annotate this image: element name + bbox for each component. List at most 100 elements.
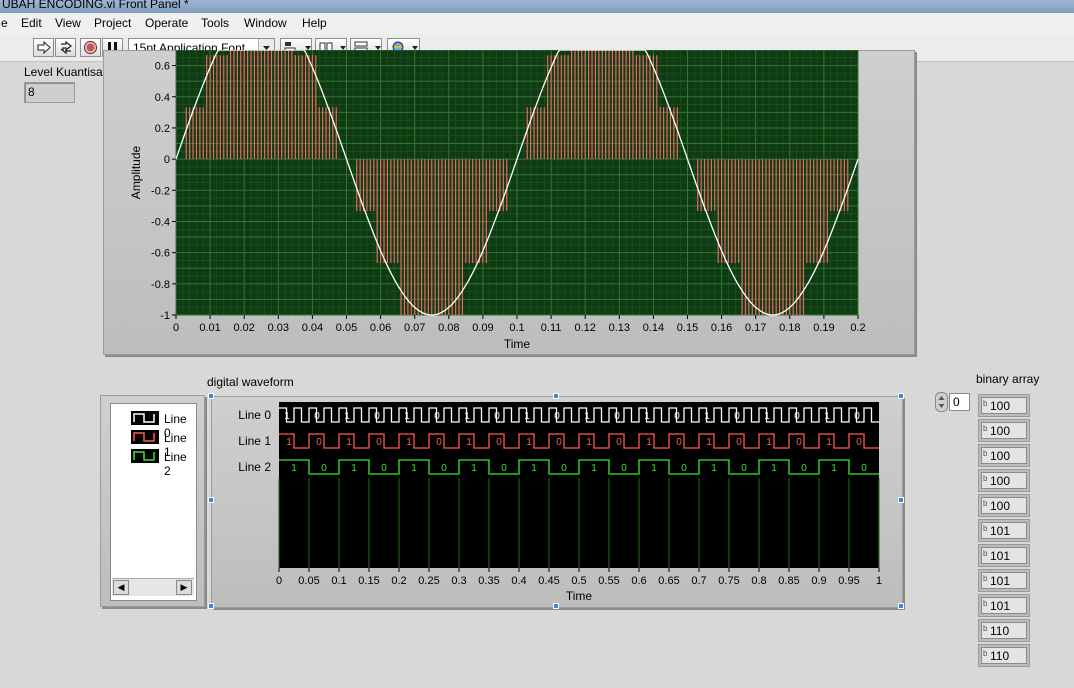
- digital-bit-label: 1: [771, 463, 777, 474]
- y-tick-label: -0.4: [151, 216, 170, 228]
- digital-bit-label: 0: [741, 463, 747, 474]
- digital-bit-label: 0: [376, 437, 382, 448]
- digital-bit-label: 0: [434, 411, 440, 422]
- digital-bit-label: 0: [561, 463, 567, 474]
- y-tick-label: 0: [164, 154, 170, 166]
- digital-bit-label: 0: [854, 411, 860, 422]
- abort-button[interactable]: [80, 38, 101, 57]
- digital-bit-label: 1: [591, 463, 597, 474]
- y-tick-label: -1: [160, 310, 170, 322]
- x-tick-label: 0.11: [541, 322, 562, 334]
- binary-element-value: 100: [990, 474, 1011, 488]
- digital-bit-label: 0: [494, 411, 500, 422]
- selection-handle[interactable]: [898, 497, 904, 503]
- x-tick-label: 0.07: [404, 322, 425, 334]
- menu-file[interactable]: e: [1, 16, 8, 30]
- digital-bit-label: 1: [644, 411, 650, 422]
- digital-bit-label: 0: [861, 463, 867, 474]
- digital-bit-label: 0: [321, 463, 327, 474]
- scroll-right-button[interactable]: ▶: [176, 580, 192, 595]
- x-tick-label: 0.14: [643, 322, 664, 334]
- menu-project[interactable]: Project: [94, 16, 131, 30]
- run-continuously-button[interactable]: [55, 38, 76, 57]
- digital-bit-label: 1: [346, 437, 352, 448]
- binary-radix-icon: b: [983, 424, 988, 433]
- digital-bit-label: 0: [796, 437, 802, 448]
- digital-bit-label: 0: [794, 411, 800, 422]
- amplitude-time-graph[interactable]: 0.60.40.20-0.2-0.4-0.6-0.8-10 0.01 0.02 0.0…: [103, 50, 915, 355]
- digital-x-tick-label: 0.4: [511, 575, 526, 587]
- x-tick-label: 0.1: [509, 322, 524, 334]
- y-axis-title: Amplitude: [129, 146, 143, 200]
- digital-bit-label: 1: [406, 437, 412, 448]
- menu-operate[interactable]: Operate: [145, 16, 188, 30]
- menu-view[interactable]: View: [55, 16, 81, 30]
- binary-element-field: b 100: [981, 397, 1027, 414]
- binary-radix-icon: b: [983, 399, 988, 408]
- digital-x-tick-label: 0.15: [358, 575, 379, 587]
- binary-element-value: 100: [990, 499, 1011, 513]
- selection-handle[interactable]: [553, 603, 559, 609]
- array-index-control[interactable]: 0: [935, 392, 971, 412]
- x-tick-label: 0.01: [199, 322, 220, 334]
- window-title: UBAH ENCODING.vi Front Panel *: [2, 0, 189, 11]
- digital-bit-label: 0: [381, 463, 387, 474]
- digital-line-trace: [279, 459, 879, 475]
- digital-bit-label: 1: [831, 463, 837, 474]
- x-tick-label: 0.15: [677, 322, 698, 334]
- digital-bit-label: 0: [441, 463, 447, 474]
- digital-x-tick-label: 0.85: [778, 575, 799, 587]
- y-tick-label: 0.6: [155, 61, 170, 73]
- binary-array-element: b 101: [978, 569, 1030, 592]
- scroll-left-button[interactable]: ◀: [113, 580, 129, 595]
- digital-bit-label: 1: [344, 411, 350, 422]
- x-tick-label: 0.13: [609, 322, 630, 334]
- x-axis-title: Time: [504, 337, 531, 351]
- x-tick-label: 0: [173, 322, 179, 334]
- digital-x-tick-label: 0.9: [811, 575, 826, 587]
- selection-handle[interactable]: [898, 603, 904, 609]
- x-tick-label: 0.04: [302, 322, 323, 334]
- menu-edit[interactable]: Edit: [21, 16, 42, 30]
- digital-bit-label: 0: [496, 437, 502, 448]
- binary-element-value: 101: [990, 574, 1011, 588]
- selection-handle[interactable]: [208, 393, 214, 399]
- run-button[interactable]: [33, 38, 54, 57]
- array-index-input[interactable]: 0: [949, 393, 970, 411]
- digital-bit-label: 1: [531, 463, 537, 474]
- digital-x-tick-label: 1: [876, 575, 882, 587]
- digital-bit-label: 0: [801, 463, 807, 474]
- y-tick-label: -0.6: [151, 248, 170, 260]
- binary-radix-icon: b: [983, 574, 988, 583]
- selection-handle[interactable]: [208, 497, 214, 503]
- menu-window[interactable]: Window: [244, 16, 287, 30]
- menu-tools[interactable]: Tools: [201, 16, 229, 30]
- y-tick-label: -0.8: [151, 279, 170, 291]
- digital-x-tick-label: 0.95: [838, 575, 859, 587]
- x-tick-label: 0.06: [370, 322, 391, 334]
- menu-help[interactable]: Help: [302, 16, 327, 30]
- digital-legend: Line 0 Line 1 Line 2: [110, 403, 197, 601]
- index-spinner-icon[interactable]: [935, 392, 949, 412]
- digital-bit-label: 1: [766, 437, 772, 448]
- selection-handle[interactable]: [208, 603, 214, 609]
- digital-bit-label: 1: [411, 463, 417, 474]
- window-title-bar: UBAH ENCODING.vi Front Panel *: [0, 0, 1074, 13]
- digital-x-tick-label: 0.6: [631, 575, 646, 587]
- digital-x-tick-label: 0.05: [298, 575, 319, 587]
- digital-waveform-graph[interactable]: Line 0 1 0 1 0 1 0 1 0 1 0 1 0 1 0 1 0 1 0 1 0 Line 1 1 0 1 0 1 0 1 0…: [211, 396, 903, 608]
- legend-scrollbar[interactable]: ◀ ▶: [112, 578, 194, 596]
- binary-radix-icon: b: [983, 549, 988, 558]
- digital-bit-label: 1: [471, 463, 477, 474]
- binary-element-value: 100: [990, 399, 1011, 413]
- run-arrow-icon: [37, 40, 51, 55]
- digital-x-tick-label: 0.8: [751, 575, 766, 587]
- digital-bit-label: 1: [466, 437, 472, 448]
- stop-icon: [83, 40, 98, 55]
- digital-bit-label: 1: [351, 463, 357, 474]
- selection-handle[interactable]: [553, 393, 559, 399]
- selection-handle[interactable]: [898, 393, 904, 399]
- binary-element-field: b 100: [981, 447, 1027, 464]
- line-2-swatch: [131, 449, 159, 463]
- digital-x-tick-label: 0.65: [658, 575, 679, 587]
